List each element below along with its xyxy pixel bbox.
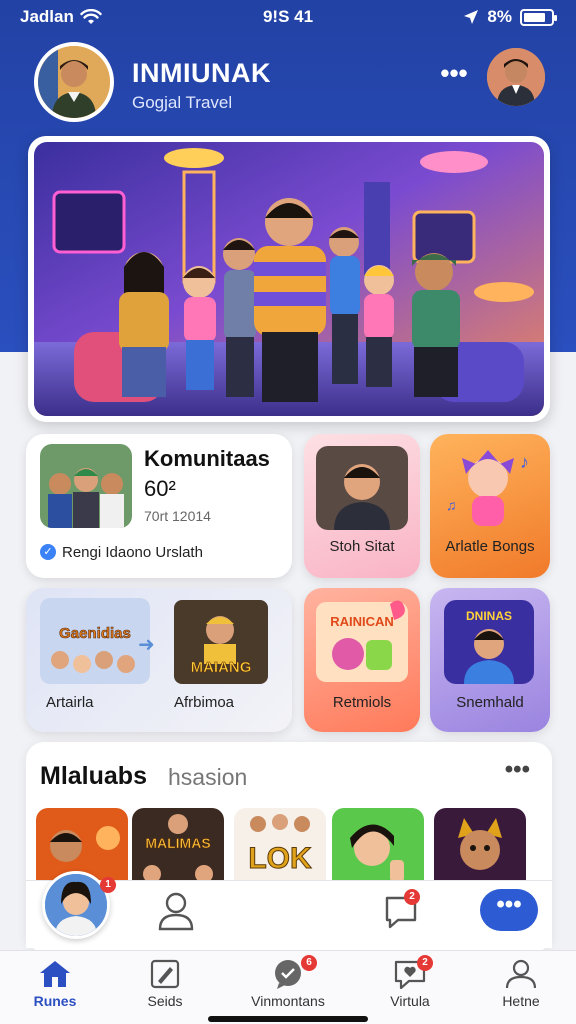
profile-avatar[interactable] — [34, 42, 114, 122]
section-subtitle: hsasion — [168, 764, 248, 790]
community-thumbnail — [40, 444, 132, 528]
page-title: INMIUNAK — [132, 58, 271, 88]
home-icon — [40, 961, 70, 987]
tile-label: Retmiols — [332, 694, 392, 711]
nav-badge: 2 — [417, 955, 433, 971]
tile-label: Arlatle Bongs — [445, 538, 535, 555]
battery-level-fill — [524, 12, 545, 22]
nav-item-virtula[interactable]: Virtula 2 — [355, 955, 465, 1009]
poster-image: RAINICAN — [316, 600, 408, 682]
tile-label: Afrbimoa — [174, 694, 235, 711]
tile-arlatle-bongs[interactable]: ♪ ♫ Arlatle Bongs — [430, 434, 550, 578]
avatar-badge: 1 — [100, 877, 116, 893]
profile-icon — [505, 959, 537, 989]
banner-illustration — [34, 142, 544, 416]
poster-title: RAINICAN — [330, 614, 394, 629]
section-more-button[interactable]: ••• — [505, 756, 530, 784]
battery-icon — [520, 8, 557, 26]
tile-retmiols[interactable]: RAINICAN Retmiols — [304, 588, 420, 732]
nav-label: Virtula — [390, 993, 430, 1009]
tile-thumbnail: DNINAS — [444, 600, 534, 684]
action-bar: 1 2 ••• — [26, 871, 552, 948]
featured-games-card[interactable]: Gaenidias ➜ MAIANG Artairla Afrbimoa — [26, 588, 292, 732]
portrait-image — [316, 446, 408, 530]
tile-thumbnail — [316, 446, 408, 530]
community-card[interactable]: Komunitaas 60² 70rt 12014 ✓ Rengi Idaono… — [26, 434, 292, 578]
thumbnail-title: LOK — [248, 842, 312, 875]
profile-header: INMIUNAK Gogjal Travel ••• — [0, 40, 576, 124]
section-title: Mlaluabs — [40, 762, 147, 790]
svg-text:♪: ♪ — [520, 452, 529, 472]
character-illustration: ♪ ♫ — [446, 450, 529, 526]
tile-label: Snemhald — [456, 694, 524, 711]
nav-item-seids[interactable]: Seids — [110, 959, 220, 1009]
more-actions-button[interactable]: ••• — [480, 889, 538, 931]
poster-image: Gaenidias — [40, 598, 150, 684]
nav-badge: 6 — [301, 955, 317, 971]
avatar-illustration — [38, 46, 110, 118]
poster-image: DNINAS — [444, 600, 534, 684]
nav-item-hetne[interactable]: Hetne — [466, 959, 576, 1009]
bottom-navigation: Runes Seids Vinmontans 6 Virtula 2 Hetne — [0, 950, 576, 1024]
community-count: 60² — [144, 476, 176, 501]
tile-label: Stoh Sitat — [329, 538, 395, 555]
nav-label: Runes — [33, 993, 77, 1009]
edit-icon — [150, 959, 180, 989]
more-options-button[interactable]: ••• — [438, 60, 470, 88]
battery-percent: 8% — [487, 7, 512, 26]
svg-text:♫: ♫ — [446, 497, 457, 513]
tile-gaenidias[interactable]: Gaenidias — [40, 598, 150, 684]
nav-label: Seids — [147, 993, 183, 1009]
thumbnail-title: MALIMAS — [145, 835, 210, 851]
poster-title: MAIANG — [191, 659, 252, 676]
arrow-icon: ➜ — [138, 634, 155, 656]
community-date: 70rt 12014 — [144, 508, 211, 524]
location-arrow-icon — [464, 10, 479, 24]
status-bar: Jadlan 9!S 41 8% — [0, 0, 576, 36]
community-title: Komunitaas — [144, 446, 270, 471]
nav-label: Vinmontans — [251, 993, 325, 1009]
nav-label: Hetne — [502, 993, 540, 1009]
community-verified-text: Rengi Idaono Urslath — [62, 544, 203, 561]
verified-icon: ✓ — [40, 544, 56, 560]
person-icon[interactable] — [156, 889, 196, 933]
chat-bubble-icon — [275, 960, 301, 989]
tile-maiang[interactable]: MAIANG — [174, 600, 268, 684]
group-photo — [40, 444, 132, 528]
poster-title: Gaenidias — [59, 625, 131, 642]
user-avatar[interactable] — [487, 48, 545, 106]
nav-item-vinmontans[interactable]: Vinmontans 6 — [233, 955, 343, 1009]
tile-stoh-sitat[interactable]: Stoh Sitat — [304, 434, 420, 578]
tile-snemhald[interactable]: DNINAS Snemhald — [430, 588, 550, 732]
avatar-illustration — [487, 48, 545, 106]
tile-label: Artairla — [46, 694, 94, 711]
page-subtitle: Gogjal Travel — [132, 93, 233, 112]
home-indicator — [208, 1016, 368, 1022]
avatar-illustration — [45, 874, 107, 936]
featured-banner[interactable] — [28, 136, 550, 422]
poster-image: MAIANG — [174, 600, 268, 684]
poster-title: DNINAS — [466, 609, 512, 623]
nav-item-runes[interactable]: Runes — [0, 959, 110, 1009]
chat-badge: 2 — [404, 889, 420, 905]
